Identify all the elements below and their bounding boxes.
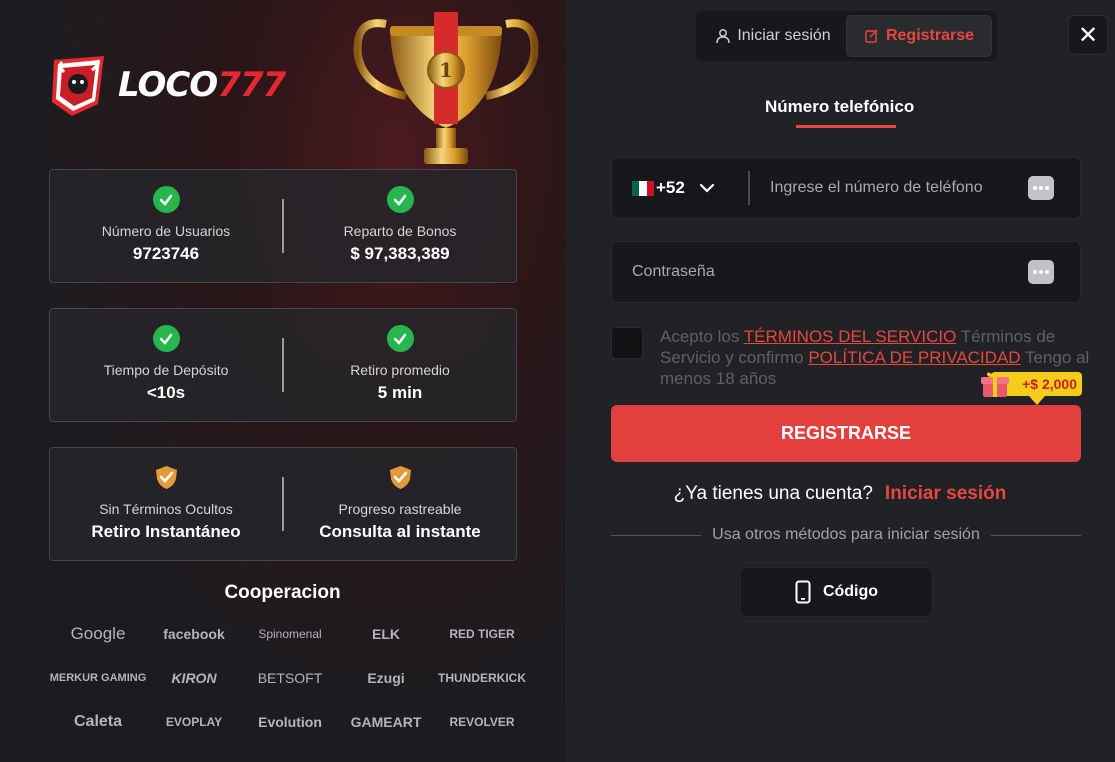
partner-logo: BETSOFT — [257, 670, 323, 686]
close-button[interactable]: ✕ — [1068, 15, 1108, 55]
partner-logo: EVOPLAY — [165, 715, 223, 729]
phone-icon — [795, 580, 811, 604]
stat-label: Tiempo de Depósito — [103, 362, 229, 378]
divider-line — [990, 534, 1081, 536]
other-methods-label: Usa otros métodos para iniciar sesión — [712, 526, 980, 543]
stat-label: Número de Usuarios — [101, 223, 231, 239]
trophy-icon: 1 — [353, 12, 539, 164]
phone-field: +52 — [611, 157, 1081, 219]
partner-logo: Google — [70, 624, 126, 643]
partner-logo: Evolution — [258, 714, 322, 730]
stat-value: <10s — [146, 383, 186, 402]
tab-login-label: Iniciar sesión — [737, 27, 831, 44]
phone-input[interactable] — [750, 158, 1028, 218]
stat-value: Consulta al instante — [319, 522, 481, 541]
tab-register-label: Registrarse — [885, 27, 975, 44]
partner-logo: THUNDERKICK — [438, 671, 526, 685]
stat-label: Reparto de Bonos — [343, 223, 457, 239]
partner-logo: REVOLVER — [449, 715, 515, 729]
stat-value: $ 97,383,389 — [350, 244, 450, 263]
code-login-label: Código — [822, 583, 879, 600]
other-methods-divider: Usa otros métodos para iniciar sesión — [611, 526, 1081, 544]
auth-tabs: Iniciar sesión Registrarse — [696, 11, 997, 61]
stat-label: Progreso rastreable — [338, 501, 462, 517]
mexico-flag-icon — [632, 180, 654, 196]
check-icon — [386, 325, 414, 352]
have-account-row: ¿Ya tienes una cuenta? Iniciar sesión — [565, 483, 1115, 505]
user-icon — [716, 29, 731, 44]
have-account-question: ¿Ya tienes una cuenta? — [673, 483, 873, 504]
stat-label: Sin Términos Ocultos — [99, 501, 233, 517]
partner-logo: Spinomenal — [258, 627, 322, 641]
check-icon — [152, 186, 180, 213]
partner-logo: RED TIGER — [449, 627, 515, 641]
password-manager-icon[interactable] — [1028, 260, 1054, 284]
stat-trackable-progress: Progreso rastreable Consulta al instante — [284, 448, 516, 560]
bonus-badge: +$ 2,000 — [979, 369, 1082, 405]
brand-name-red: 777 — [217, 65, 286, 105]
chevron-down-icon — [699, 183, 714, 193]
shield-icon — [155, 466, 177, 489]
check-icon — [152, 325, 180, 352]
password-manager-icon[interactable] — [1028, 176, 1054, 200]
password-input[interactable] — [612, 242, 1028, 302]
stat-label: Retiro promedio — [350, 362, 450, 378]
stat-box-users-bonus: Número de Usuarios 9723746 Reparto de Bo… — [49, 169, 517, 283]
code-login-button[interactable]: Código — [740, 567, 933, 617]
partner-logos: Google facebook Spinomenal ELK RED TIGER… — [50, 618, 530, 738]
gift-icon — [981, 372, 1009, 397]
check-icon — [386, 186, 414, 213]
stat-bonus: Reparto de Bonos $ 97,383,389 — [284, 170, 516, 282]
stat-avg-withdraw: Retiro promedio 5 min — [284, 309, 516, 421]
partner-logo: facebook — [163, 626, 225, 642]
brand-name: LOCO777 — [118, 65, 286, 105]
tab-login[interactable]: Iniciar sesión — [700, 15, 846, 57]
stat-value: Retiro Instantáneo — [91, 522, 241, 541]
partner-logo: ELK — [372, 626, 400, 642]
partner-logo: Caleta — [73, 713, 123, 730]
country-code: +52 — [656, 178, 685, 197]
country-code-select[interactable]: +52 — [612, 158, 748, 218]
active-underline — [796, 125, 896, 128]
register-form-panel: Iniciar sesión Registrarse ✕ Número tele… — [565, 0, 1115, 762]
stat-value: 5 min — [377, 383, 423, 402]
terms-checkbox[interactable] — [611, 327, 643, 359]
register-button[interactable]: REGISTRARSE — [611, 405, 1081, 462]
register-modal: LOCO777 1 Número de Usuarios 9723746 Rep… — [0, 0, 1115, 762]
partner-logo: MERKUR GAMING — [49, 672, 147, 684]
edit-icon — [865, 29, 878, 43]
bull-logo-icon — [52, 56, 104, 116]
stat-box-terms-progress: Sin Términos Ocultos Retiro Instantáneo … — [49, 447, 517, 561]
stat-no-hidden-terms: Sin Términos Ocultos Retiro Instantáneo — [50, 448, 282, 560]
terms-text-part: Acepto los — [660, 327, 744, 346]
phone-section-title: Número telefónico — [765, 97, 915, 116]
brand-name-white: LOCO — [118, 65, 218, 105]
partner-logo: GAMEART — [350, 714, 422, 730]
partner-logo: Ezugi — [367, 670, 405, 686]
stat-value: 9723746 — [132, 244, 200, 263]
login-link[interactable]: Iniciar sesión — [885, 483, 1006, 504]
terms-of-service-link[interactable]: TÉRMINOS DEL SERVICIO — [744, 327, 957, 346]
stat-users: Número de Usuarios 9723746 — [50, 170, 282, 282]
stat-deposit-time: Tiempo de Depósito <10s — [50, 309, 282, 421]
cooperation-title: Cooperacion — [224, 582, 341, 603]
shield-icon — [389, 466, 411, 489]
bonus-pointer — [1029, 396, 1045, 405]
divider-line — [611, 534, 702, 536]
privacy-policy-link[interactable]: POLÍTICA DE PRIVACIDAD — [808, 348, 1020, 367]
promo-panel: LOCO777 1 Número de Usuarios 9723746 Rep… — [0, 0, 565, 762]
svg-text:1: 1 — [439, 58, 453, 82]
password-field — [611, 241, 1081, 303]
partner-logo: KIRON — [171, 670, 217, 686]
stat-box-deposit-withdraw: Tiempo de Depósito <10s Retiro promedio … — [49, 308, 517, 422]
logo: LOCO777 — [48, 52, 286, 118]
tab-register[interactable]: Registrarse — [846, 15, 992, 57]
